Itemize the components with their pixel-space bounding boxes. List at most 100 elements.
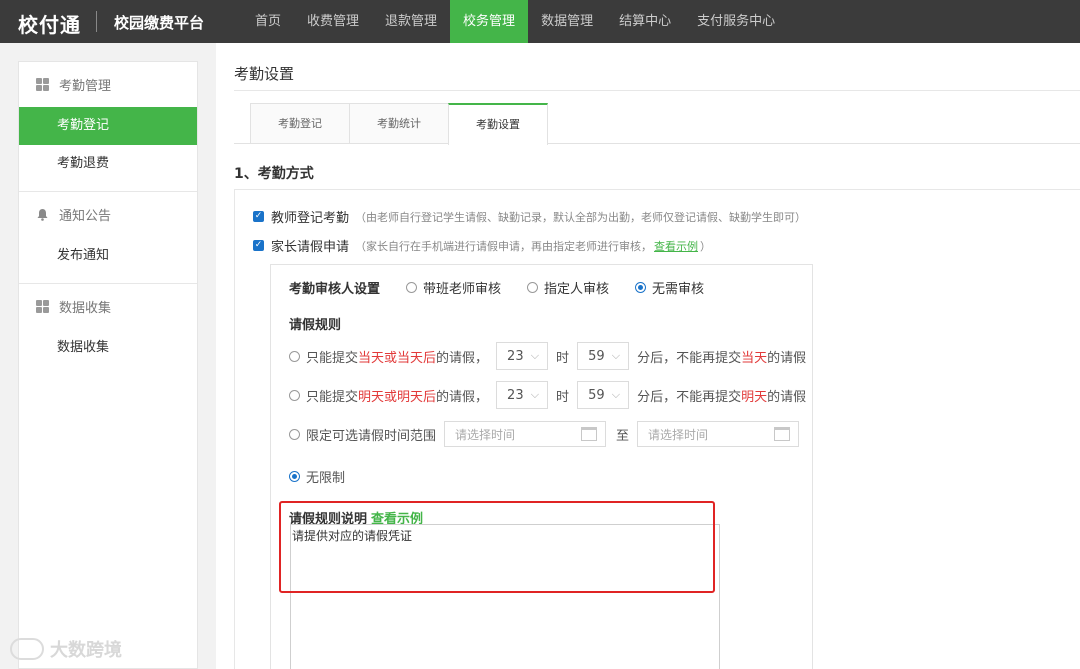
rule-text: 无限制 (306, 471, 346, 486)
hour-value: 23 (507, 387, 524, 403)
rule-text: 的请假 (767, 350, 807, 366)
radio-rule-time-range[interactable] (289, 428, 300, 440)
rule-text: 时 (556, 389, 570, 405)
sidebar-group-data: 数据收集 数据收集 (19, 284, 197, 375)
sidebar-group-header: 数据收集 (19, 284, 197, 329)
calendar-icon (774, 427, 791, 441)
hint-text: （家长自行在手机端进行请假申请，再由指定老师进行审核， (355, 239, 653, 253)
minute-select[interactable]: 59 ⌵ (577, 342, 630, 370)
rule-text: 的请假， (436, 389, 489, 405)
radio-selected-icon (635, 282, 647, 293)
date-placeholder: 请选择时间 (455, 427, 516, 442)
rule-text: 分后，不能再提交 (637, 389, 742, 405)
method-hint: （家长自行在手机端进行请假申请，再由指定老师进行审核， 查看示例） (355, 238, 711, 254)
radio-rule-next-day[interactable] (289, 389, 300, 401)
bell-icon (35, 208, 49, 222)
tab-attendance-register[interactable]: 考勤登记 (250, 103, 350, 144)
radio-icon (527, 282, 539, 293)
divider (234, 143, 1080, 144)
radio-class-teacher-review[interactable]: 带班老师审核 (406, 278, 501, 297)
rule-highlight-text: 明天或明天后 (358, 389, 437, 405)
tab-attendance-statistics[interactable]: 考勤统计 (349, 103, 449, 144)
hour-select[interactable]: 23 ⌵ (496, 342, 549, 370)
section-title: 1、考勤方式 (234, 166, 314, 182)
sidebar-group-notice: 通知公告 发布通知 (19, 192, 197, 284)
platform-name: 校园缴费平台 (114, 14, 205, 32)
main-nav: 首页 收费管理 退款管理 校务管理 数据管理 结算中心 支付服务中心 (242, 0, 788, 43)
nav-fee-management[interactable]: 收费管理 (294, 0, 372, 43)
rule-text: 时 (556, 350, 570, 366)
reviewer-label: 考勤审核人设置 (289, 282, 381, 297)
start-date-picker[interactable]: 请选择时间 (444, 421, 607, 447)
rule-highlight-text: 当天 (741, 350, 768, 366)
option-label: 指定人审核 (544, 282, 610, 297)
chevron-down-icon: ⌵ (530, 349, 540, 362)
nav-home[interactable]: 首页 (242, 0, 294, 43)
rule-same-day: 只能提交 当天或当天后 的请假， 23 ⌵ 时 59 ⌵ 分后，不能再提交 当天 的请假 (289, 342, 806, 370)
nav-payment-service[interactable]: 支付服务中心 (684, 0, 788, 43)
sidebar-group-title: 通知公告 (59, 209, 112, 224)
rule-text: 只能提交 (306, 350, 359, 366)
hour-value: 23 (507, 348, 524, 364)
sidebar-group-attendance: 考勤管理 考勤登记 考勤退费 (19, 62, 197, 192)
radio-designated-review[interactable]: 指定人审核 (527, 278, 609, 297)
rule-text: 限定可选请假时间范围 (306, 428, 437, 444)
sidebar-item-attendance-refund[interactable]: 考勤退费 (19, 145, 197, 183)
page-title: 考勤设置 (234, 65, 295, 83)
radio-rule-unlimited[interactable] (289, 471, 300, 482)
rule-highlight-text: 明天 (741, 389, 768, 405)
rule-text: 只能提交 (306, 389, 359, 405)
leave-rules-title: 请假规则 (289, 318, 342, 333)
sidebar-group-title: 考勤管理 (59, 79, 112, 94)
rule-time-range: 限定可选请假时间范围 请选择时间 至 请选择时间 (289, 421, 800, 447)
method-hint: （由老师自行登记学生请假、缺勤记录，默认全部为出勤，老师仅登记请假、缺勤学生即可… (355, 210, 807, 224)
watermark: 大数跨境 (10, 636, 122, 662)
reviewer-setting-row: 考勤审核人设置 带班老师审核 指定人审核 无需审核 (289, 278, 730, 297)
divider (234, 90, 1080, 91)
watermark-text: 大数跨境 (50, 640, 122, 661)
hint-text: ） (700, 239, 712, 253)
nav-school-affairs[interactable]: 校务管理 (450, 0, 529, 43)
chevron-down-icon: ⌵ (611, 349, 621, 362)
sidebar-item-publish-notice[interactable]: 发布通知 (19, 237, 197, 275)
minute-value: 59 (588, 387, 605, 403)
date-placeholder: 请选择时间 (648, 427, 709, 442)
calendar-icon (581, 427, 598, 441)
chevron-down-icon: ⌵ (530, 388, 540, 401)
rule-unlimited: 无限制 (289, 467, 345, 486)
radio-rule-same-day[interactable] (289, 350, 300, 362)
sidebar-group-title: 数据收集 (59, 301, 112, 316)
sidebar-item-attendance-register[interactable]: 考勤登记 (19, 107, 197, 145)
rule-explain-textarea[interactable]: 请提供对应的请假凭证 (290, 524, 720, 669)
tab-bar: 考勤登记 考勤统计 考勤设置 (250, 103, 548, 145)
end-date-picker[interactable]: 请选择时间 (637, 421, 800, 447)
top-navbar: 校付通 校园缴费平台 首页 收费管理 退款管理 校务管理 数据管理 结算中心 支… (0, 0, 1080, 43)
rule-next-day: 只能提交 明天或明天后 的请假， 23 ⌵ 时 59 ⌵ 分后，不能再提交 明天 的请假 (289, 381, 806, 409)
checkbox-parent-request[interactable]: ✓ (253, 240, 264, 251)
method-label: 家长请假申请 (271, 240, 350, 255)
sidebar-item-data-collection[interactable]: 数据收集 (19, 329, 197, 367)
sidebar-group-header: 通知公告 (19, 192, 197, 237)
radio-icon (406, 282, 418, 293)
method-parent-request: ✓ 家长请假申请 （家长自行在手机端进行请假申请，再由指定老师进行审核， 查看示例… (253, 236, 711, 255)
radio-no-review[interactable]: 无需审核 (635, 278, 704, 297)
checkbox-teacher-register[interactable]: ✓ (253, 211, 264, 222)
nav-refund-management[interactable]: 退款管理 (372, 0, 450, 43)
rule-text: 的请假 (767, 389, 807, 405)
minute-value: 59 (588, 348, 605, 364)
sidebar: 考勤管理 考勤登记 考勤退费 通知公告 发布通知 数据收集 数据收集 (18, 61, 198, 669)
nav-data-management[interactable]: 数据管理 (528, 0, 606, 43)
rule-text: 分后，不能再提交 (637, 350, 742, 366)
logo: 校付通 (18, 13, 81, 37)
method-teacher-register: ✓ 教师登记考勤 （由老师自行登记学生请假、缺勤记录，默认全部为出勤，老师仅登记… (253, 207, 806, 226)
hour-select[interactable]: 23 ⌵ (496, 381, 549, 409)
sidebar-group-header: 考勤管理 (19, 62, 197, 107)
grid-icon (35, 300, 49, 314)
minute-select[interactable]: 59 ⌵ (577, 381, 630, 409)
watermark-logo-icon (10, 638, 44, 660)
tab-attendance-settings[interactable]: 考勤设置 (448, 103, 548, 145)
method-label: 教师登记考勤 (271, 211, 350, 226)
view-example-link[interactable]: 查看示例 (654, 240, 698, 253)
option-label: 带班老师审核 (423, 282, 502, 297)
nav-settlement-center[interactable]: 结算中心 (606, 0, 684, 43)
